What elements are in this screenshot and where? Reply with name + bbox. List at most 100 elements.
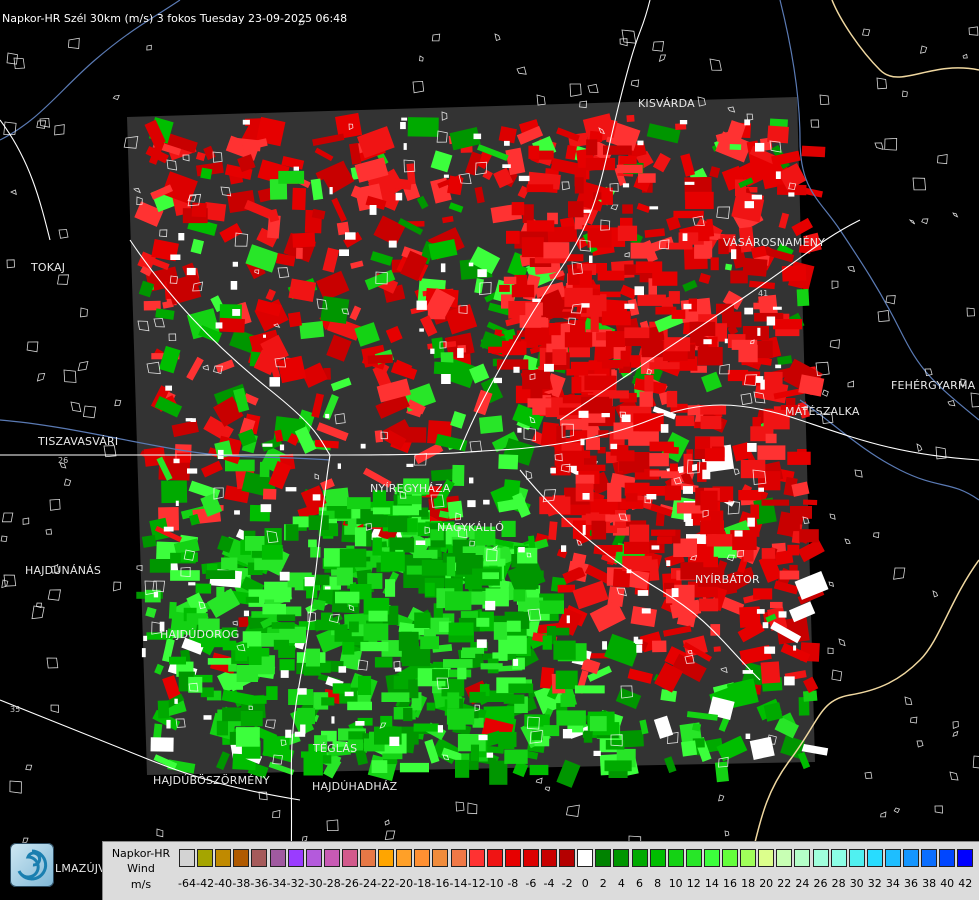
wind-echo-cell bbox=[205, 570, 236, 579]
wind-echo-cell bbox=[354, 527, 367, 547]
wind-echo-cell bbox=[254, 558, 276, 571]
legend-tick-label: -22 bbox=[377, 877, 396, 890]
wind-echo-cell bbox=[287, 311, 303, 328]
wind-echo-cell bbox=[729, 143, 742, 150]
town-fehergyarmat: FEHÉRGYARMA bbox=[891, 379, 976, 392]
wind-echo-cell bbox=[675, 415, 695, 427]
wind-echo-cell bbox=[649, 441, 674, 452]
legend-swatch bbox=[414, 849, 431, 867]
legend-tick-label: 30 bbox=[849, 877, 864, 890]
wind-echo-cell bbox=[324, 586, 331, 590]
radar-map-view: 26 35 41 Napkor-HR Szél 30km (m/s) 3 fokos… bbox=[0, 0, 979, 900]
legend-tick-label: 24 bbox=[795, 877, 810, 890]
wind-echo-cell bbox=[190, 418, 196, 422]
wind-echo-cell bbox=[262, 488, 277, 500]
settlement-outline bbox=[934, 805, 943, 814]
legend-tick-label: 6 bbox=[636, 877, 643, 890]
legend-tick-label: -24 bbox=[359, 877, 377, 890]
wind-echo-cell bbox=[597, 270, 625, 281]
wind-echo-cell bbox=[760, 661, 781, 684]
wind-echo-cell bbox=[637, 140, 644, 146]
wind-echo-cell bbox=[775, 171, 781, 179]
wind-echo-cell bbox=[437, 725, 443, 733]
legend-tick-label: -18 bbox=[413, 877, 432, 890]
town-nyiregyhaza: NYÍREGYHÁZA bbox=[370, 482, 451, 495]
wind-echo-cell bbox=[518, 547, 525, 553]
wind-echo-cell bbox=[477, 269, 487, 278]
settlement-outline bbox=[13, 57, 25, 70]
wind-echo-cell bbox=[336, 567, 353, 586]
wind-echo-cell bbox=[337, 463, 341, 469]
legend-tick-label: -16 bbox=[431, 877, 450, 890]
legend-swatch bbox=[613, 849, 630, 867]
wind-echo-cell bbox=[296, 707, 315, 725]
settlement-outline bbox=[544, 786, 551, 792]
settlement-outline bbox=[25, 764, 33, 771]
wind-echo-cell bbox=[483, 499, 490, 505]
town-hajdudorog: HAJDÚDOROG bbox=[160, 628, 240, 641]
wind-echo-cell bbox=[604, 760, 632, 772]
wind-echo-cell bbox=[744, 201, 754, 209]
wind-echo-cell bbox=[779, 570, 800, 580]
wind-echo-cell bbox=[430, 348, 435, 354]
wind-echo-cell bbox=[498, 126, 517, 144]
wind-echo-cell bbox=[589, 716, 607, 732]
town-hajduboszormeny: HAJDÚBÖSZÖRMÉNY bbox=[153, 774, 270, 787]
wind-echo-cell bbox=[757, 445, 786, 460]
legend-tick-label: -20 bbox=[395, 877, 414, 890]
wind-echo-cell bbox=[649, 453, 669, 467]
settlement-outline bbox=[829, 339, 841, 349]
wind-echo-cell bbox=[470, 744, 479, 761]
wind-echo-cell bbox=[635, 261, 663, 273]
wind-echo-cell bbox=[401, 117, 408, 121]
wind-echo-cell bbox=[531, 602, 540, 622]
wind-echo-cell bbox=[571, 552, 587, 569]
wind-echo-cell bbox=[649, 362, 680, 370]
wind-echo-cell bbox=[641, 340, 663, 358]
wind-echo-cell bbox=[744, 307, 754, 315]
wind-echo-cell bbox=[308, 515, 329, 530]
wind-echo-cell bbox=[385, 579, 396, 597]
wind-echo-cell bbox=[652, 271, 678, 286]
settlement-outline bbox=[36, 120, 47, 129]
wind-echo-cell bbox=[232, 309, 241, 316]
wind-echo-cell bbox=[671, 588, 679, 597]
wind-echo-cell bbox=[689, 321, 716, 336]
legend-swatch bbox=[305, 849, 322, 867]
wind-legend: Napkor-HR Wind m/s -64 -42 -40 -38 -36 -34 -32… bbox=[102, 841, 979, 900]
wind-echo-cell bbox=[269, 377, 280, 387]
wind-echo-cell bbox=[574, 177, 584, 194]
legend-swatch bbox=[740, 849, 757, 867]
wind-echo-cell bbox=[374, 657, 393, 668]
settlement-outline bbox=[50, 704, 59, 714]
wind-echo-cell bbox=[445, 591, 472, 611]
wind-echo-cell bbox=[601, 311, 631, 326]
wind-echo-cell bbox=[304, 577, 315, 587]
settlement-outline bbox=[45, 528, 53, 535]
wind-echo-cell bbox=[485, 600, 496, 611]
wind-echo-cell bbox=[548, 521, 558, 541]
wind-echo-cell bbox=[698, 230, 710, 242]
legend-swatch bbox=[450, 849, 467, 867]
wind-echo-cell bbox=[637, 590, 649, 596]
wind-echo-cell bbox=[335, 591, 360, 604]
wind-echo-cell bbox=[521, 237, 544, 258]
wind-echo-cell bbox=[462, 546, 488, 553]
settlement-outline bbox=[9, 780, 22, 794]
settlement-outline bbox=[455, 801, 465, 812]
wind-echo-cell bbox=[215, 322, 223, 329]
wind-echo-cell bbox=[582, 493, 590, 500]
settlement-outline bbox=[847, 265, 856, 273]
wind-echo-cell bbox=[585, 157, 616, 171]
settlement-outline bbox=[884, 137, 898, 151]
town-nyirbator: NYÍRBÁTOR bbox=[695, 573, 760, 586]
wind-echo-cell bbox=[624, 327, 650, 339]
wind-echo-cell bbox=[710, 257, 719, 271]
wind-echo-cell bbox=[245, 596, 259, 603]
settlement-outline bbox=[718, 794, 725, 802]
settlement-outline bbox=[80, 307, 88, 318]
settlement-outline bbox=[909, 716, 918, 724]
settlement-outline bbox=[1, 512, 14, 523]
wind-echo-cell bbox=[476, 639, 487, 648]
settlement-outline bbox=[146, 44, 152, 51]
